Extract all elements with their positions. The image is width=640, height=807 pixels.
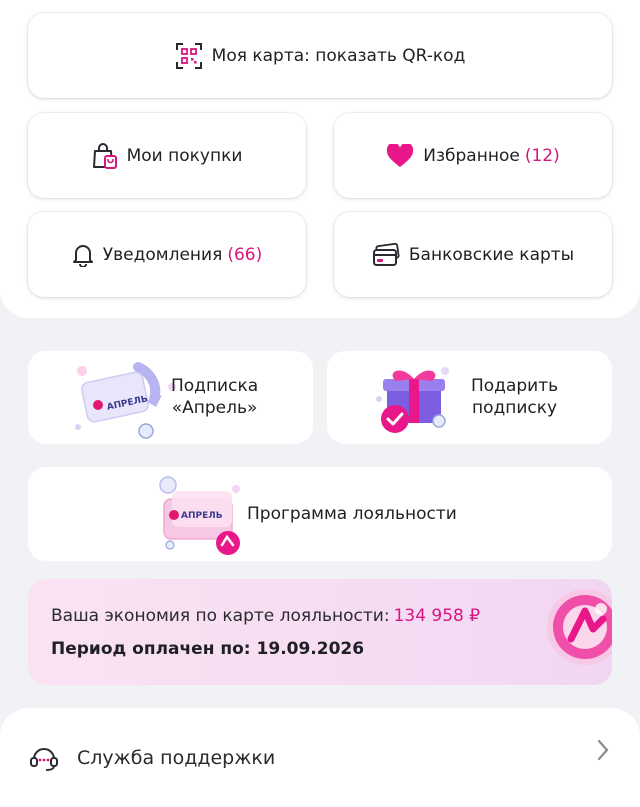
notifications-button[interactable]: Уведомления (66) xyxy=(28,212,306,297)
subscription-card[interactable]: АПРЕЛЬ Подписка «Апрель» xyxy=(28,351,313,444)
support-service-label: Служба поддержки xyxy=(77,746,276,769)
paid-period-date: 19.09.2026 xyxy=(256,639,365,659)
support-headset-icon xyxy=(29,744,59,772)
chevron-right-icon xyxy=(596,738,610,766)
paid-period: Период оплачен по: 19.09.2026 xyxy=(51,639,364,659)
notifications-label: Уведомления xyxy=(102,244,223,265)
gift-box-icon xyxy=(373,357,457,445)
loyalty-program-label: Программа лояльности xyxy=(247,504,457,524)
loyalty-card-icon: АПРЕЛЬ xyxy=(154,473,244,561)
my-card-qr-label: Моя карта: показать QR-код xyxy=(211,45,466,66)
shopping-bag-icon xyxy=(92,142,118,170)
support-service-row[interactable]: Служба поддержки xyxy=(0,708,640,807)
my-purchases-label: Мои покупки xyxy=(126,145,243,166)
gift-subscription-label: Подарить подписку xyxy=(471,375,558,419)
favorites-label: Избранное xyxy=(423,145,520,166)
paid-period-label: Период оплачен по: xyxy=(51,639,251,659)
april-logo-icon xyxy=(543,579,612,685)
savings-label: Ваша экономия по карте лояльности: xyxy=(51,606,390,626)
favorites-count: (12) xyxy=(524,145,560,166)
savings-text: Ваша экономия по карте лояльности: 134 95… xyxy=(51,606,480,626)
savings-amount: 134 958 ₽ xyxy=(393,606,481,626)
bank-cards-label: Банковские карты xyxy=(408,244,575,265)
loyalty-savings-banner[interactable]: Ваша экономия по карте лояльности: 134 95… xyxy=(28,579,612,685)
notifications-count: (66) xyxy=(227,244,263,265)
subscription-label-line2: «Апрель» xyxy=(171,398,258,418)
gift-label-line1: Подарить xyxy=(471,376,559,396)
qr-code-icon xyxy=(175,42,203,70)
my-card-qr-button[interactable]: Моя карта: показать QR-код xyxy=(28,13,612,98)
bell-icon xyxy=(72,243,94,267)
loyalty-program-card[interactable]: АПРЕЛЬ Программа лояльности xyxy=(28,467,612,561)
loyalty-badge-text: АПРЕЛЬ xyxy=(181,511,223,521)
subscription-card-icon: АПРЕЛЬ xyxy=(72,357,184,445)
favorites-button[interactable]: Избранное (12) xyxy=(334,113,612,198)
heart-icon xyxy=(386,143,414,168)
subscription-label: Подписка «Апрель» xyxy=(171,375,258,419)
my-purchases-button[interactable]: Мои покупки xyxy=(28,113,306,198)
gift-subscription-card[interactable]: Подарить подписку xyxy=(327,351,612,444)
bank-cards-button[interactable]: Банковские карты xyxy=(334,212,612,297)
credit-card-icon xyxy=(372,242,400,267)
gift-label-line2: подписку xyxy=(472,398,558,418)
subscription-label-line1: Подписка xyxy=(171,376,259,396)
